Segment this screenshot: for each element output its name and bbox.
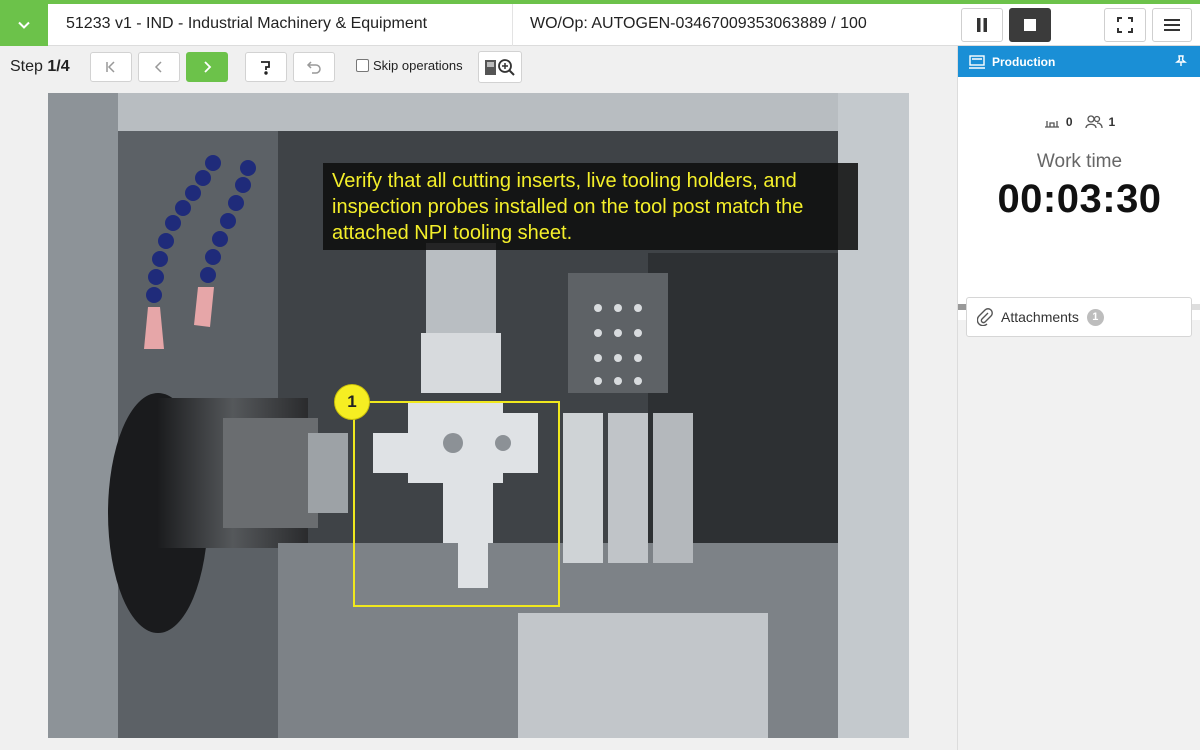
annotation-highlight-box bbox=[353, 401, 560, 607]
stop-button[interactable] bbox=[1009, 8, 1051, 42]
step-indicator: Step 1/4 bbox=[10, 58, 70, 76]
zoom-in-icon bbox=[485, 59, 515, 76]
production-header[interactable]: Production bbox=[958, 46, 1200, 77]
attachments-button[interactable]: Attachments 1 bbox=[966, 297, 1192, 337]
undo-button[interactable] bbox=[293, 52, 335, 82]
prev-icon bbox=[154, 61, 162, 73]
users-icon bbox=[1084, 115, 1103, 129]
production-icon bbox=[969, 54, 985, 69]
fullscreen-icon bbox=[1117, 17, 1133, 33]
production-title: Production bbox=[992, 54, 1056, 69]
fullscreen-button[interactable] bbox=[1104, 8, 1146, 42]
skip-operations-toggle[interactable]: Skip operations bbox=[356, 58, 463, 73]
station-icon bbox=[1044, 121, 1059, 128]
pin-icon[interactable] bbox=[1175, 55, 1187, 67]
step-prefix: Step bbox=[10, 58, 48, 75]
station-count-item: 0 bbox=[1044, 115, 1073, 129]
chevron-down-icon bbox=[18, 21, 30, 29]
attachments-label: Attachments bbox=[1001, 309, 1079, 325]
attachments-count-badge: 1 bbox=[1086, 308, 1104, 326]
hamburger-menu-icon bbox=[1164, 19, 1180, 31]
undo-icon bbox=[306, 61, 321, 74]
stop-icon bbox=[1024, 19, 1036, 31]
work-time-label: Work time bbox=[1036, 151, 1123, 172]
next-step-button[interactable] bbox=[186, 52, 228, 82]
step-value: 1/4 bbox=[47, 58, 70, 75]
station-count: 0 bbox=[1065, 115, 1073, 129]
production-card: 0 1 Work time 00:03:30 bbox=[958, 77, 1200, 320]
help-button[interactable] bbox=[245, 52, 287, 82]
collapse-button[interactable] bbox=[0, 4, 48, 46]
first-step-button[interactable] bbox=[90, 52, 132, 82]
instruction-image: Verify that all cutting inserts, live to… bbox=[48, 93, 909, 738]
annotation-marker[interactable]: 1 bbox=[334, 384, 370, 420]
work-time-value: 00:03:30 bbox=[997, 177, 1162, 221]
instruction-callout: Verify that all cutting inserts, live to… bbox=[323, 163, 858, 250]
product-title: 51233 v1 - IND - Industrial Machinery & … bbox=[66, 15, 428, 32]
first-step-icon bbox=[106, 61, 115, 73]
previous-step-button[interactable] bbox=[138, 52, 180, 82]
next-icon bbox=[204, 61, 212, 73]
operator-count-item: 1 bbox=[1084, 115, 1116, 129]
paperclip-icon bbox=[977, 308, 993, 326]
help-icon bbox=[261, 61, 270, 75]
pause-button[interactable] bbox=[961, 8, 1003, 42]
header-divider bbox=[512, 4, 513, 46]
skip-operations-label: Skip operations bbox=[373, 58, 463, 73]
right-panel: Production 0 1 Work time 00:03:30 Attach… bbox=[957, 46, 1200, 750]
zoom-image-button[interactable] bbox=[478, 51, 522, 83]
skip-operations-checkbox[interactable] bbox=[356, 59, 369, 72]
work-order-label: WO/Op: AUTOGEN-03467009353063889 / 100 bbox=[530, 15, 867, 32]
pause-icon bbox=[977, 18, 987, 32]
header-bar: 51233 v1 - IND - Industrial Machinery & … bbox=[0, 4, 1200, 46]
menu-button[interactable] bbox=[1152, 8, 1192, 42]
counts-row: 0 1 bbox=[958, 115, 1200, 129]
operator-count: 1 bbox=[1108, 115, 1116, 129]
